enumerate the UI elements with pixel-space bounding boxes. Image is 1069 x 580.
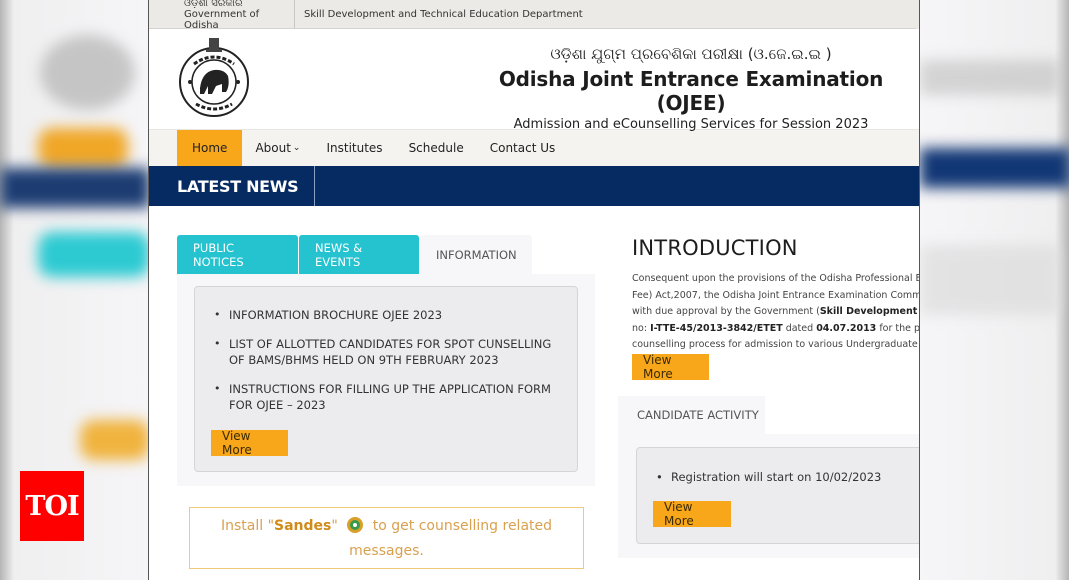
nav-about-label: About	[255, 141, 291, 155]
candidate-activity-card: Registration will start on 10/02/2023 Vi…	[636, 447, 919, 544]
sandes-quote: "	[331, 518, 338, 534]
introduction-text-segment: Consequent upon the provisions of the Od…	[632, 273, 920, 284]
list-item[interactable]: LIST OF ALLOTTED CANDIDATES FOR SPOT CUN…	[214, 336, 567, 368]
sandes-install-banner[interactable]: Install "Sandes" to get counselling rela…	[189, 507, 584, 569]
list-item[interactable]: Registration will start on 10/02/2023	[656, 469, 919, 485]
latest-news-label: LATEST NEWS	[149, 166, 315, 206]
nav-institutes[interactable]: Institutes	[313, 130, 395, 166]
information-card: INFORMATION BROCHURE OJEE 2023 LIST OF A…	[194, 286, 578, 472]
government-label[interactable]: ଓଡ଼ିଶା ସରକାର Government of Odisha	[149, 0, 295, 31]
introduction-bold-text: I-TTE-45/2013-3842/ETET	[650, 322, 783, 334]
department-label[interactable]: Skill Development and Technical Educatio…	[295, 9, 583, 20]
candidate-activity-panel: Registration will start on 10/02/2023 Vi…	[618, 434, 919, 558]
nav-about[interactable]: About ⌄	[242, 130, 313, 166]
toi-watermark-logo: TOI	[20, 471, 84, 541]
nav-institutes-label: Institutes	[326, 141, 383, 155]
introduction-line: Fee) Act,2007, the Odisha Joint Entrance…	[632, 288, 920, 305]
gov-odia-text: ଓଡ଼ିଶା ସରକାର	[184, 0, 243, 9]
sandes-app-name: Sandes	[274, 518, 332, 534]
introduction-line: counselling process for admission to var…	[632, 337, 920, 354]
introduction-line: no: I-TTE-45/2013-3842/ETET dated 04.07.…	[632, 321, 920, 338]
information-list: INFORMATION BROCHURE OJEE 2023 LIST OF A…	[195, 287, 577, 413]
page-subtitle: Admission and eCounselling Services for …	[513, 117, 869, 132]
list-item[interactable]: INFORMATION BROCHURE OJEE 2023	[214, 307, 567, 323]
introduction-view-more-button[interactable]: View More	[632, 353, 709, 381]
news-tabs: PUBLIC NOTICES NEWS & EVENTS INFORMATION	[177, 235, 533, 274]
tab-public-notices[interactable]: PUBLIC NOTICES	[177, 235, 298, 274]
information-view-more-button[interactable]: View More	[211, 429, 288, 457]
sandes-prefix: Install "	[220, 518, 275, 534]
header-titles: ଓଡ଼ିଶା ଯୁଗ୍ମ ପ୍ରବେଶିକା ପରୀକ୍ଷା (ଓ.ଜେ.ଇ.ଇ…	[471, 45, 911, 132]
latest-news-bar: LATEST NEWS	[149, 166, 919, 206]
chevron-down-icon: ⌄	[292, 143, 301, 153]
nav-schedule[interactable]: Schedule	[396, 130, 477, 166]
sandes-message: to get counselling related messages.	[349, 518, 553, 559]
information-tab-panel: INFORMATION BROCHURE OJEE 2023 LIST OF A…	[177, 274, 595, 486]
introduction-bold-text: Skill Development and	[819, 306, 919, 317]
introduction-text: Consequent upon the provisions of the Od…	[632, 271, 920, 354]
candidate-activity-view-more-button[interactable]: View More	[653, 500, 731, 528]
sandes-app-icon	[347, 517, 364, 533]
candidate-activity-section: CANDIDATE ACTIVITY Registration will sta…	[618, 396, 919, 558]
introduction-text-segment: no:	[632, 322, 651, 334]
nav-home-label: Home	[192, 141, 228, 155]
nav-contact-us[interactable]: Contact Us	[477, 130, 569, 166]
main-navigation: Home About ⌄ Institutes Schedule Contact …	[149, 129, 919, 166]
top-bar: ଓଡ଼ିଶା ସରକାର Government of Odisha Skill …	[149, 0, 919, 31]
tab-information[interactable]: INFORMATION	[420, 235, 532, 274]
odisha-emblem-icon[interactable]	[176, 36, 252, 120]
tab-news-events[interactable]: NEWS & EVENTS	[299, 235, 419, 274]
introduction-text-segment: for the purpose	[879, 322, 920, 334]
introduction-line: Consequent upon the provisions of the Od…	[632, 271, 920, 288]
nav-home[interactable]: Home	[177, 130, 243, 166]
ojee-website: ଓଡ଼ିଶା ସରକାର Government of Odisha Skill …	[148, 0, 920, 580]
candidate-activity-list: Registration will start on 10/02/2023	[637, 448, 919, 485]
blurred-right-margin	[920, 0, 1069, 580]
list-item[interactable]: INSTRUCTIONS FOR FILLING UP THE APPLICAT…	[214, 381, 567, 413]
tab-candidate-activity[interactable]: CANDIDATE ACTIVITY	[618, 396, 765, 434]
gov-english-text: Government of Odisha	[184, 8, 260, 31]
site-header: ଓଡ଼ିଶା ଯୁଗ୍ମ ପ୍ରବେଶିକା ପରୀକ୍ଷା (ଓ.ଜେ.ଇ.ଇ…	[149, 29, 919, 132]
nav-contact-label: Contact Us	[489, 141, 556, 155]
introduction-line: with due approval by the Government (Ski…	[632, 304, 919, 321]
nav-schedule-label: Schedule	[408, 141, 464, 155]
introduction-title: INTRODUCTION	[632, 236, 798, 260]
introduction-text-segment: dated	[782, 322, 817, 334]
introduction-text-segment: Fee) Act,2007, the Odisha Joint Entrance…	[632, 289, 920, 301]
introduction-text-segment: with due approval by the Government (	[632, 306, 820, 317]
introduction-bold-text: 04.07.2013	[816, 322, 877, 334]
introduction-text-segment: counselling process for admission to var…	[632, 339, 920, 350]
title-odia: ଓଡ଼ିଶା ଯୁଗ୍ମ ପ୍ରବେଶିକା ପରୀକ୍ଷା (ଓ.ଜେ.ଇ.ଇ…	[550, 45, 832, 63]
page-title: Odisha Joint Entrance Examination (OJEE)	[498, 67, 884, 115]
